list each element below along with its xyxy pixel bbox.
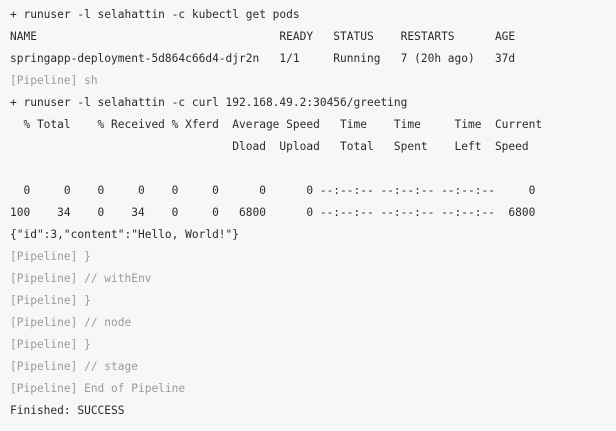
console-line: [Pipeline] // withEnv [10,272,152,285]
console-line: [Pipeline] sh [10,74,98,87]
console-line: [Pipeline] } [10,294,91,307]
console-line: + runuser -l selahattin -c kubectl get p… [10,8,300,21]
console-line: 100 34 0 34 0 0 6800 0 --:--:-- --:--:--… [10,206,536,219]
console-line: Dload Upload Total Spent Left Speed [10,140,529,153]
console-line: NAME READY STATUS RESTARTS AGE [10,30,516,43]
console-line: {"id":3,"content":"Hello, World!"} [10,228,240,241]
console-line: [Pipeline] End of Pipeline [10,382,186,395]
console-line: [Pipeline] // node [10,316,132,329]
console-line: + runuser -l selahattin -c curl 192.168.… [10,96,408,109]
console-line: [Pipeline] } [10,338,91,351]
console-line: Finished: SUCCESS [10,404,125,417]
console-line: springapp-deployment-5d864c66d4-djr2n 1/… [10,52,516,65]
console-line: [Pipeline] } [10,250,91,263]
console-line: % Total % Received % Xferd Average Speed… [10,118,543,131]
console-line: 0 0 0 0 0 0 0 0 --:--:-- --:--:-- --:--:… [10,184,536,197]
console-output: + runuser -l selahattin -c kubectl get p… [0,0,616,431]
console-line: [Pipeline] // stage [10,360,138,373]
